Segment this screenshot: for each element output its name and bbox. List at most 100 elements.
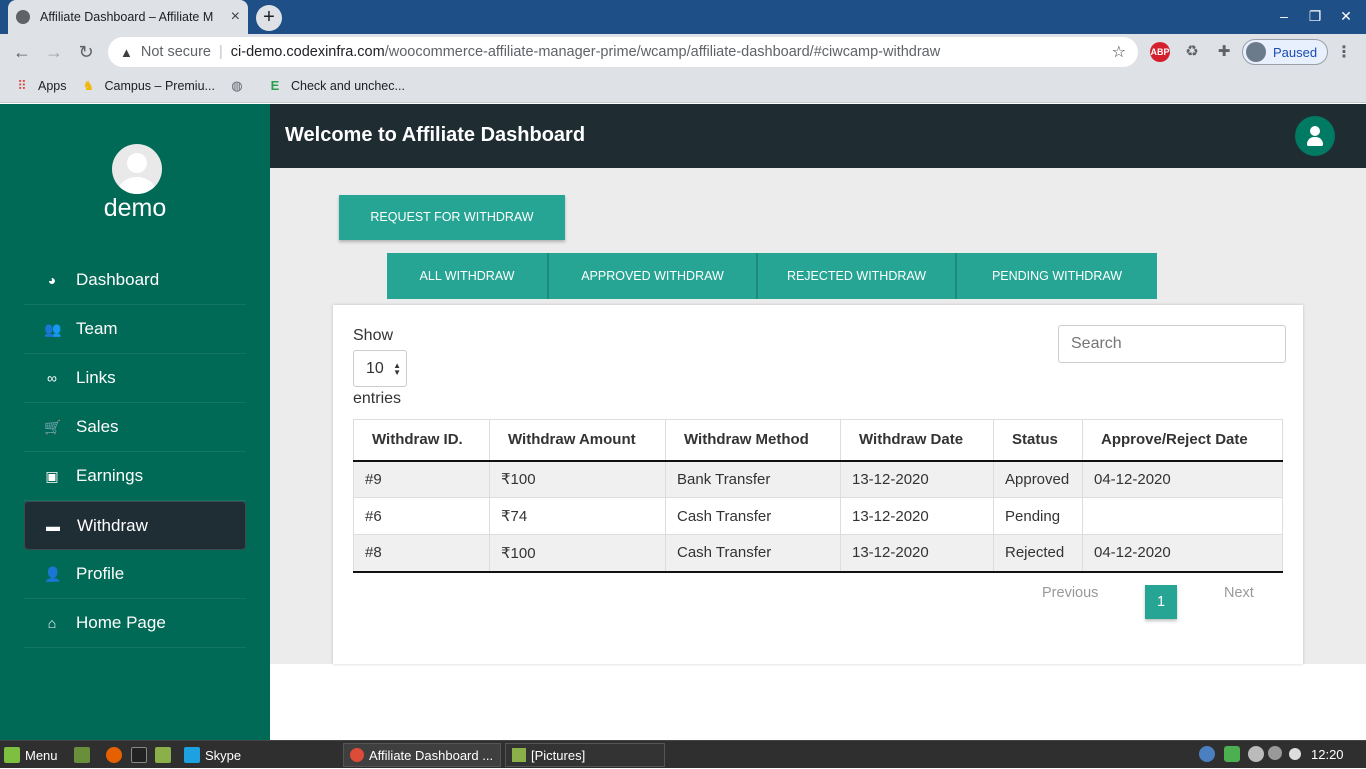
table-header-row: Withdraw ID. Withdraw Amount Withdraw Me… [353,419,1283,462]
length-entries-label: entries [353,390,402,407]
entries-per-page-value: 10 [366,360,384,377]
table-cell: Bank Transfer [665,460,841,498]
skype-icon [184,747,200,763]
network-tray-icon[interactable] [1268,746,1282,760]
sidebar-item-links[interactable]: ∞ Links [24,354,246,403]
campus-icon: ♞ [82,78,95,93]
files-launcher[interactable] [155,741,176,769]
request-withdraw-button[interactable]: REQUEST FOR WITHDRAW [339,195,565,240]
table-row: #8 ₹100 Cash Transfer 13-12-2020 Rejecte… [353,534,1283,573]
brightness-icon[interactable] [1289,748,1301,760]
taskbar-window-files[interactable]: [Pictures] [505,743,665,767]
maximize-icon[interactable]: ❐ [1305,8,1325,25]
users-icon: 👥 [44,320,62,337]
tab-pending-withdraw[interactable]: PENDING WITHDRAW [957,253,1157,299]
warning-icon[interactable]: ▲ [120,45,133,60]
tab-approved-withdraw[interactable]: APPROVED WITHDRAW [549,253,758,299]
sidebar-item-home-page[interactable]: ⌂ Home Page [24,599,246,648]
close-tab-icon[interactable]: × [231,9,240,25]
sidebar-item-profile[interactable]: 👤 Profile [24,550,246,599]
table-cell: #8 [353,534,490,573]
sidebar-item-label: Withdraw [77,515,148,535]
bookmark-check[interactable]: E Check and unchec... [267,78,405,94]
bookmark-label: Check and unchec... [290,79,405,93]
table-cell: Cash Transfer [665,534,841,573]
minimize-icon[interactable]: – [1274,8,1294,24]
firefox-launcher[interactable] [106,741,127,769]
adblock-icon[interactable]: ABP [1150,42,1170,62]
taskbar-window-label: [Pictures] [531,747,586,763]
user-account-icon[interactable] [1295,116,1335,156]
profile-button[interactable]: Paused [1242,39,1328,65]
table-row: #9 ₹100 Bank Transfer 13-12-2020 Approve… [353,460,1283,498]
table-cell: #9 [353,460,490,498]
reload-icon[interactable]: ↻ [74,41,98,63]
sidebar-item-label: Team [76,319,118,338]
update-check-icon[interactable] [1224,746,1240,762]
user-tray-icon[interactable] [1248,746,1264,762]
show-desktop-launcher[interactable] [74,741,95,769]
pagination-next[interactable]: Next [1224,585,1254,601]
browser-toolbar: ← → ↻ ▲ Not secure | ci-demo.codexinfra.… [0,34,1366,70]
table-cell: Approved [993,460,1083,498]
shield-tray-icon[interactable] [1199,746,1215,762]
bookmark-star-icon[interactable]: ☆ [1112,42,1126,62]
pagination-current-page[interactable]: 1 [1145,585,1177,619]
not-secure-label[interactable]: Not secure [141,44,211,60]
sidebar-item-dashboard[interactable]: ◕ Dashboard [24,256,246,305]
column-header[interactable]: Withdraw ID. [353,419,490,462]
recycle-extension-icon[interactable]: ♻ [1182,42,1202,62]
pagination-previous[interactable]: Previous [1042,585,1098,601]
new-tab-button[interactable]: + [256,5,282,31]
table-cell: #6 [353,497,490,535]
bookmark-globe[interactable]: ◍ [229,78,253,94]
table-row: #6 ₹74 Cash Transfer 13-12-2020 Pending [353,497,1283,535]
url-separator: | [219,44,223,60]
table-cell: 04-12-2020 [1082,460,1283,498]
withdraw-table: Withdraw ID. Withdraw Amount Withdraw Me… [353,419,1283,573]
bookmark-campus[interactable]: ♞ Campus – Premiu... [81,78,215,94]
table-cell: 13-12-2020 [840,534,994,573]
bookmark-label: Campus – Premiu... [104,79,215,93]
page-title: Welcome to Affiliate Dashboard [285,124,586,146]
cart-icon: 🛒 [44,418,62,435]
close-window-icon[interactable]: ✕ [1336,8,1356,25]
browser-tab[interactable]: Affiliate Dashboard – Affiliate M × [8,0,248,34]
table-cell: Rejected [993,534,1083,573]
skype-label: Skype [205,747,242,763]
tab-rejected-withdraw[interactable]: REJECTED WITHDRAW [758,253,957,299]
column-header[interactable]: Approve/Reject Date [1082,419,1283,462]
taskbar-window-chrome[interactable]: Affiliate Dashboard ... [343,743,501,767]
page-header: Welcome to Affiliate Dashboard [270,104,1366,168]
sidebar-item-sales[interactable]: 🛒 Sales [24,403,246,452]
back-icon[interactable]: ← [10,41,34,63]
column-header[interactable]: Withdraw Method [665,419,841,462]
sidebar-item-earnings[interactable]: ▣ Earnings [24,452,246,501]
column-header[interactable]: Withdraw Amount [489,419,666,462]
sidebar-item-label: Sales [76,417,119,436]
table-cell: ₹100 [489,534,666,573]
forward-icon[interactable]: → [42,41,66,63]
table-cell: 13-12-2020 [840,497,994,535]
address-bar[interactable]: ▲ Not secure | ci-demo.codexinfra.com /w… [108,37,1138,67]
sidebar-item-withdraw[interactable]: ▬ Withdraw [24,501,246,550]
mint-logo-icon [4,747,20,763]
browser-menu-icon[interactable]: ⋮ [1336,42,1352,62]
terminal-launcher[interactable] [131,741,152,769]
start-menu-label: Menu [25,747,58,763]
user-icon: 👤 [44,565,62,582]
search-input[interactable] [1058,325,1286,363]
skype-launcher[interactable]: Skype [184,741,241,769]
column-header[interactable]: Status [993,419,1083,462]
sidebar-menu: ◕ Dashboard 👥 Team ∞ Links 🛒 Sales ▣ Ear… [24,256,246,648]
start-menu-button[interactable]: Menu [4,741,58,769]
entries-per-page-select[interactable]: 10 ▲ ▼ [353,350,407,387]
bookmark-apps[interactable]: ⠿ Apps [14,78,66,94]
tab-all-withdraw[interactable]: ALL WITHDRAW [387,253,549,299]
extensions-puzzle-icon[interactable]: ✚ [1214,42,1234,62]
length-show-label: Show [353,327,394,344]
sidebar-item-team[interactable]: 👥 Team [24,305,246,354]
table-cell: 04-12-2020 [1082,534,1283,573]
column-header[interactable]: Withdraw Date [840,419,994,462]
url-host: ci-demo.codexinfra.com [230,44,385,60]
